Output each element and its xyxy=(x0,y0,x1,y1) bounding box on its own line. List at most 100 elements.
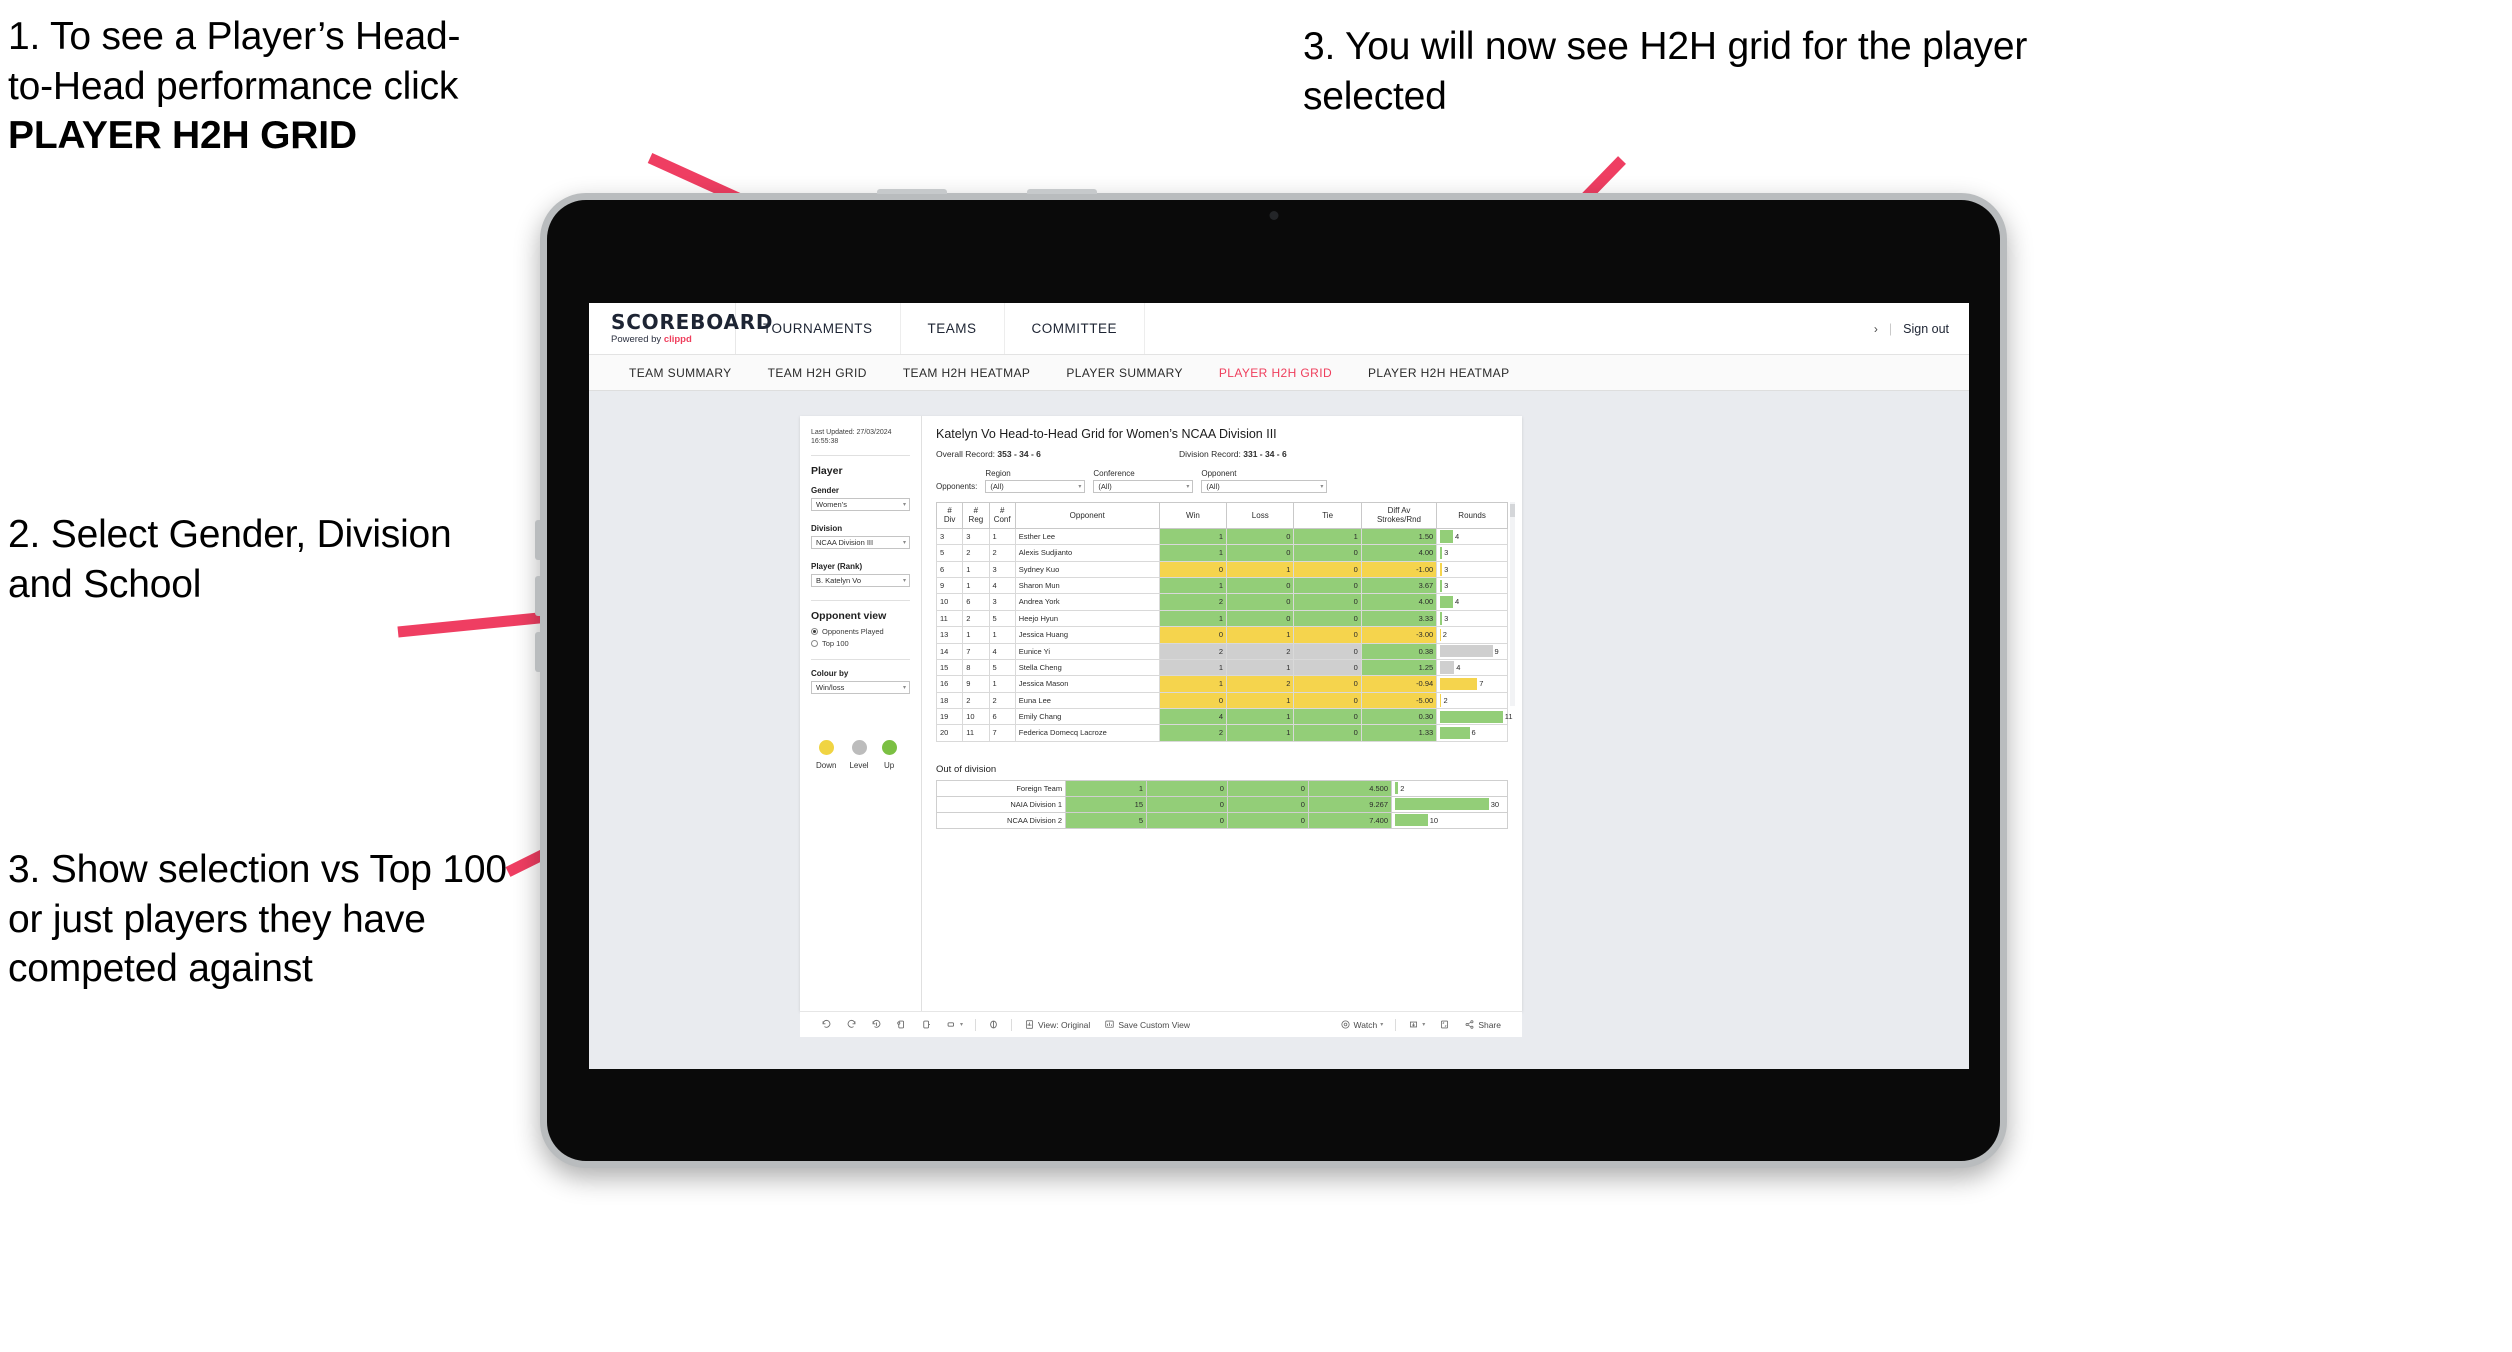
sign-out-link[interactable]: Sign out xyxy=(1903,322,1949,336)
save-custom-view-button[interactable]: Save Custom View xyxy=(1097,1019,1197,1030)
table-row[interactable]: 18 2 2 Euna Lee 0 1 0 -5.00 2 xyxy=(935,691,1508,710)
subnav-team-h2h-grid[interactable]: TEAM H2H GRID xyxy=(750,366,885,380)
chevron-down-icon: ▾ xyxy=(902,539,906,546)
subnav-team-summary[interactable]: TEAM SUMMARY xyxy=(611,366,750,380)
division-label: Division xyxy=(811,523,843,533)
cell-conf: 2 xyxy=(988,691,1016,710)
top-nav-teams[interactable]: TEAMS xyxy=(901,303,1005,354)
cell-div: 6 xyxy=(935,560,964,579)
vertical-scrollbar[interactable] xyxy=(1510,502,1515,706)
region-select[interactable]: (All) ▾ xyxy=(985,480,1086,493)
opponent-select[interactable]: (All) ▾ xyxy=(1201,480,1328,493)
cell-rounds: 3 xyxy=(1436,560,1508,579)
revert-icon[interactable] xyxy=(864,1019,889,1030)
cell-win: 2 xyxy=(1158,724,1228,742)
cell-reg: 10 xyxy=(962,707,990,726)
table-row[interactable]: 11 2 5 Heejo Hyun 1 0 0 3.33 3 xyxy=(935,609,1508,628)
fullscreen-icon[interactable] xyxy=(1432,1019,1457,1030)
division-record: Division Record: 331 - 34 - 6 xyxy=(1179,449,1287,459)
cell-win: 2 xyxy=(1158,642,1228,660)
cell-tie: 0 xyxy=(1293,691,1362,710)
brand-logo[interactable]: SCOREBOARD Powered by clippd xyxy=(589,303,773,354)
redo-icon[interactable] xyxy=(839,1019,864,1030)
cell-conf: 5 xyxy=(988,609,1016,628)
download-icon[interactable]: ▾ xyxy=(1401,1019,1432,1030)
table-row[interactable]: 3 3 1 Esther Lee 1 0 1 1.50 4 xyxy=(935,527,1508,546)
table-row[interactable]: 5 2 2 Alexis Sudjianto 1 0 0 4.00 3 xyxy=(935,544,1508,562)
col-diff-av-strokes[interactable]: Diff Av Strokes/Rnd xyxy=(1360,502,1438,529)
col-reg[interactable]: # Reg xyxy=(962,502,990,529)
colour-by-select[interactable]: Win/loss ▾ xyxy=(811,680,910,694)
player-rank-select[interactable]: B. Katelyn Vo ▾ xyxy=(811,573,910,587)
watch-button[interactable]: Watch ▾ xyxy=(1333,1019,1391,1030)
subnav-team-h2h-heatmap[interactable]: TEAM H2H HEATMAP xyxy=(885,366,1049,380)
out-of-division-row[interactable]: NCAA Division 2 5 0 0 7.400 10 xyxy=(935,811,1508,829)
top-nav-tournaments[interactable]: TOURNAMENTS xyxy=(736,303,901,354)
cell-diff: 3.67 xyxy=(1360,576,1438,595)
table-row[interactable]: 9 1 4 Sharon Mun 1 0 0 3.67 3 xyxy=(935,576,1508,595)
col-div[interactable]: # Div xyxy=(935,502,964,529)
radio-opponents-played[interactable]: Opponents Played xyxy=(811,627,910,636)
col-rounds[interactable]: Rounds xyxy=(1436,502,1508,529)
refresh-icon[interactable] xyxy=(889,1019,914,1030)
col-tie[interactable]: Tie xyxy=(1293,502,1362,529)
cell-diff: 9.267 xyxy=(1307,795,1393,813)
cell-opponent: Jessica Mason xyxy=(1014,675,1160,693)
table-row[interactable]: 14 7 4 Eunice Yi 2 2 0 0.38 9 xyxy=(935,642,1508,660)
table-row[interactable]: 19 10 6 Emily Chang 4 1 0 0.30 11 xyxy=(935,707,1513,726)
cell-rounds: 6 xyxy=(1436,724,1508,742)
subnav-player-h2h-grid[interactable]: PLAYER H2H GRID xyxy=(1201,366,1350,380)
scrollbar-thumb[interactable] xyxy=(1510,504,1515,517)
table-row[interactable]: 10 6 3 Andrea York 2 0 0 4.00 4 xyxy=(935,593,1508,611)
table-row[interactable]: 20 11 7 Federica Domecq Lacroze 2 1 0 1.33 6 xyxy=(935,724,1508,742)
table-row[interactable]: 6 1 3 Sydney Kuo 0 1 0 -1.00 3 xyxy=(935,560,1508,579)
out-of-division-row[interactable]: Foreign Team 1 0 0 4.500 2 xyxy=(935,779,1508,797)
top-nav-committee[interactable]: COMMITTEE xyxy=(1005,303,1146,354)
annotation-1-line1: 1. To see a Player’s Head- xyxy=(8,15,461,58)
view-original-button[interactable]: View: Original xyxy=(1017,1019,1097,1030)
conference-select[interactable]: (All) ▾ xyxy=(1093,480,1194,493)
player-section-heading: Player xyxy=(811,464,843,477)
watch-label: Watch xyxy=(1353,1019,1378,1030)
col-conf[interactable]: # Conf xyxy=(988,502,1016,529)
undo-icon[interactable] xyxy=(814,1019,839,1030)
divider xyxy=(811,454,910,456)
last-updated-label: Last Updated: 27/03/2024 16:55:38 xyxy=(811,429,892,446)
pause-auto-updates-icon[interactable] xyxy=(981,1019,1006,1030)
subnav-player-summary[interactable]: PLAYER SUMMARY xyxy=(1048,366,1201,380)
col-win[interactable]: Win xyxy=(1158,502,1228,529)
radio-top-100[interactable]: Top 100 xyxy=(811,639,910,648)
cell-loss: 0 xyxy=(1226,609,1295,628)
cell-loss: 1 xyxy=(1226,724,1295,742)
table-row[interactable]: 13 1 1 Jessica Huang 0 1 0 -3.00 2 xyxy=(935,626,1508,644)
cell-div: 14 xyxy=(935,642,964,660)
col-loss[interactable]: Loss xyxy=(1226,502,1295,529)
out-of-division-row[interactable]: NAIA Division 1 15 0 0 9.267 30 xyxy=(935,795,1508,813)
gender-select[interactable]: Women’s ▾ xyxy=(811,497,910,511)
pause-icon[interactable] xyxy=(914,1019,939,1030)
device-layout-icon[interactable]: ▾ xyxy=(939,1019,970,1030)
conference-label: Conference xyxy=(1093,469,1135,478)
division-select[interactable]: NCAA Division III ▾ xyxy=(811,535,910,549)
cell-tie: 0 xyxy=(1293,609,1362,628)
cell-loss: 0 xyxy=(1146,779,1228,797)
cell-opponent: Sharon Mun xyxy=(1014,576,1160,595)
sub-navigation: TEAM SUMMARY TEAM H2H GRID TEAM H2H HEAT… xyxy=(589,355,1969,391)
cell-opponent: Andrea York xyxy=(1014,593,1160,611)
cell-diff: 1.50 xyxy=(1360,527,1438,546)
legend-up: Up xyxy=(881,739,897,770)
cell-diff: 4.00 xyxy=(1360,593,1438,611)
table-row[interactable]: 15 8 5 Stella Cheng 1 1 0 1.25 4 xyxy=(935,658,1508,677)
opponent-filters: Opponents: Region (All) ▾ Conference (Al… xyxy=(936,469,1508,493)
col-opponent[interactable]: Opponent xyxy=(1014,502,1160,529)
col-div-line2: Div xyxy=(943,515,956,525)
cell-win: 0 xyxy=(1158,560,1228,579)
share-button[interactable]: Share xyxy=(1457,1019,1508,1030)
cell-diff: 1.33 xyxy=(1360,724,1438,742)
table-row[interactable]: 16 9 1 Jessica Mason 1 2 0 -0.94 7 xyxy=(935,675,1508,693)
cell-div: 13 xyxy=(935,626,964,644)
subnav-player-h2h-heatmap[interactable]: PLAYER H2H HEATMAP xyxy=(1350,366,1527,380)
cell-reg: 3 xyxy=(962,527,990,546)
cell-rounds: 4 xyxy=(1436,593,1508,611)
chevron-right-icon[interactable]: › xyxy=(1874,322,1878,336)
